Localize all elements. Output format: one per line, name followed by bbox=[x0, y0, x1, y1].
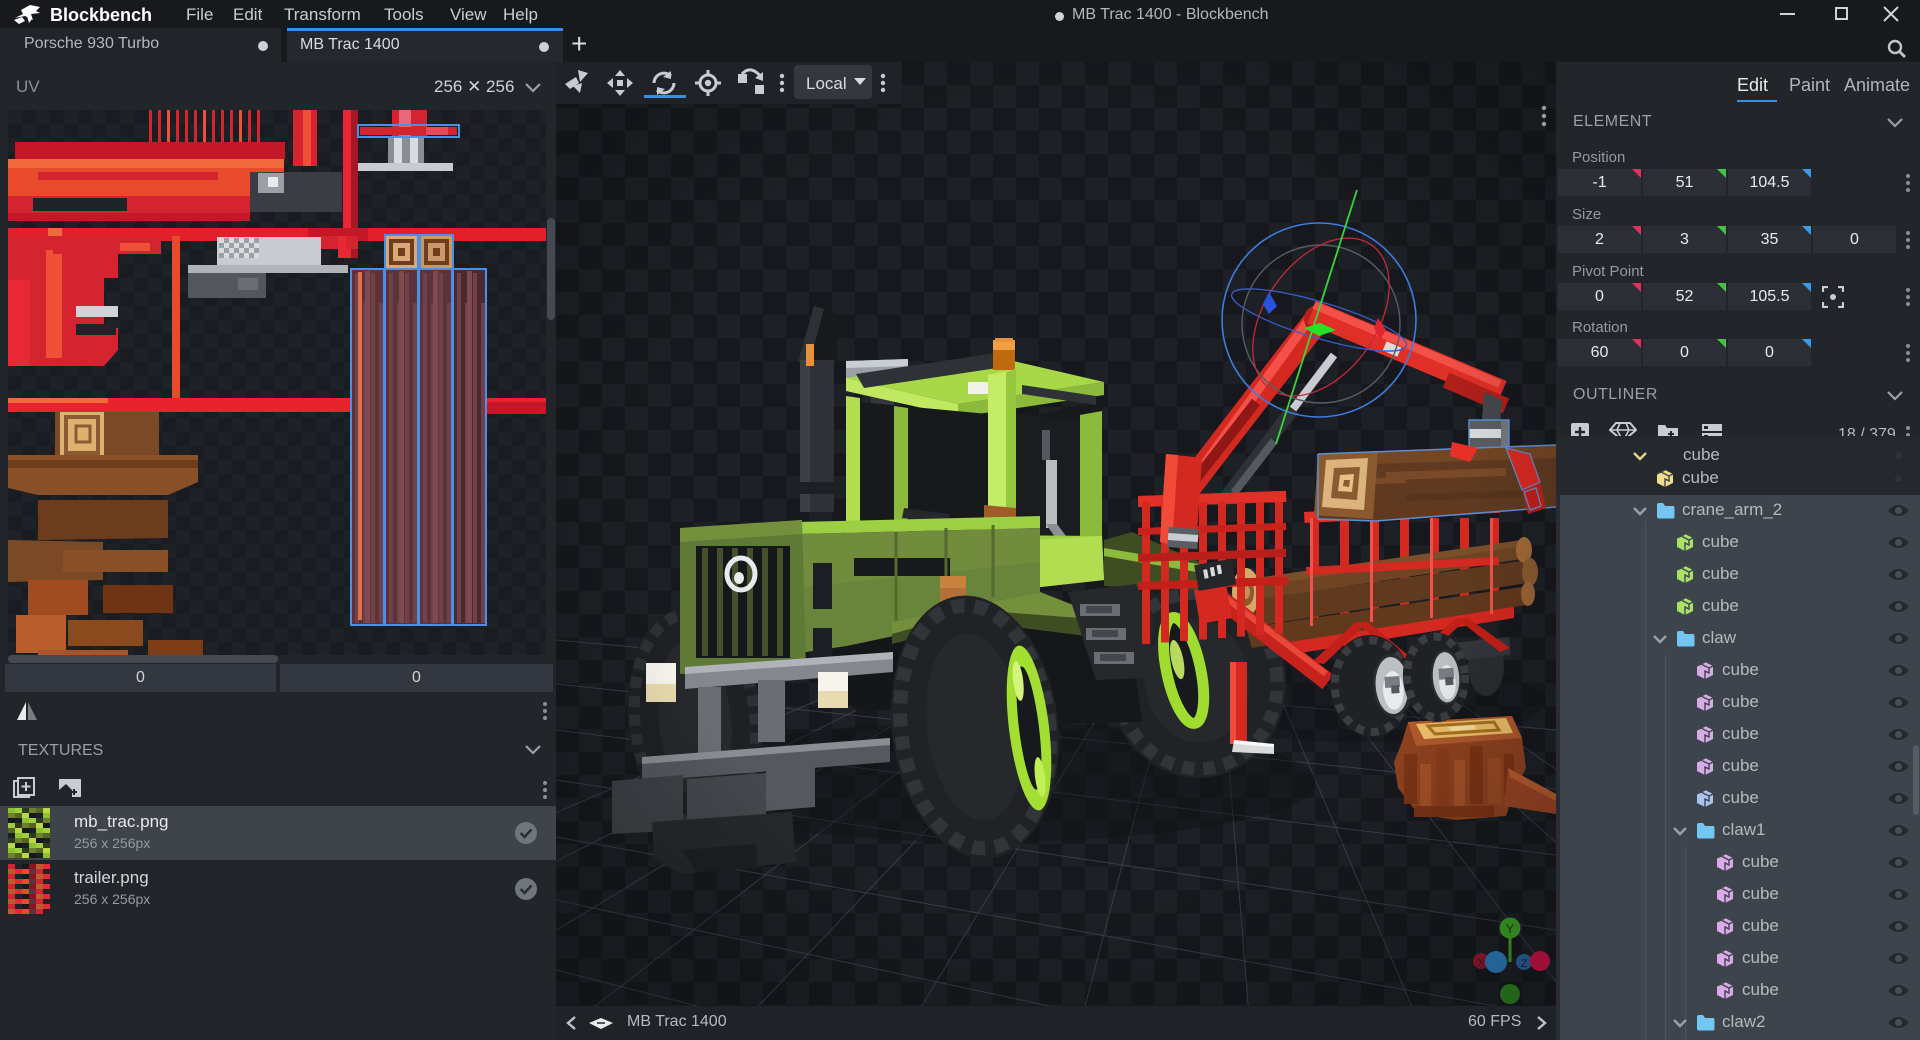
svg-text:Local: Local bbox=[806, 74, 847, 93]
